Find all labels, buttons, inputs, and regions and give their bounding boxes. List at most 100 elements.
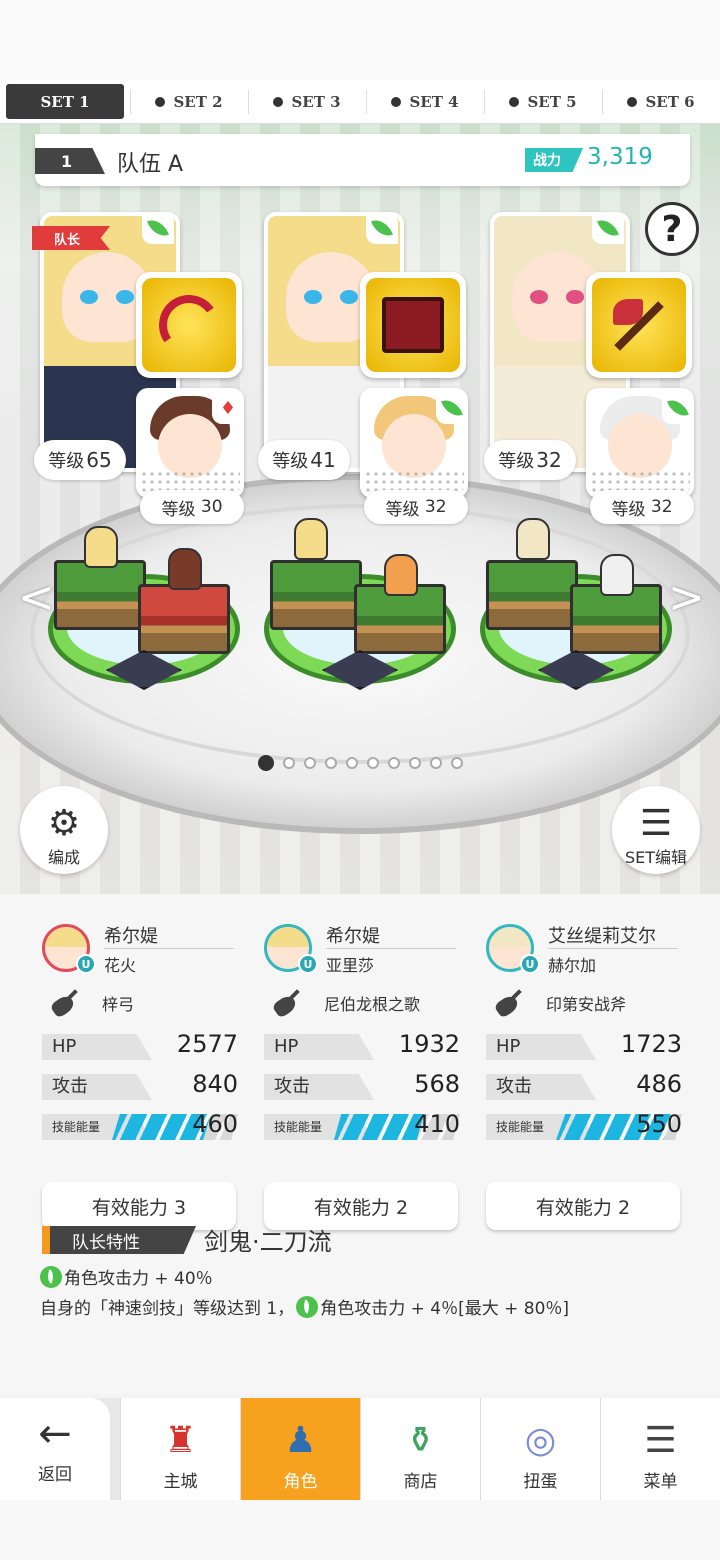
chibi-sprite <box>168 548 202 590</box>
element-badge <box>436 392 468 424</box>
member-name: 希尔媞 <box>326 926 380 947</box>
weapon-row: 印第安战斧 <box>486 978 682 1028</box>
tab-label: SET 6 <box>645 92 695 111</box>
tab-set-5[interactable]: SET 5 <box>484 80 602 123</box>
nav-label: 商店 <box>403 1472 438 1492</box>
leader-skill-line-2: 自身的「神速剑技」等级达到 1， 角色攻击力 + 4％[最大 + 80％] <box>40 1294 569 1319</box>
page-indicator <box>0 755 720 771</box>
team-stats-panel: U 希尔媞 花火 梓弓 HP 2577 攻击 840 技能能量 460 有效能力… <box>0 894 720 1394</box>
power-value: 3,319 <box>587 144 653 170</box>
leader-tag: 队长 <box>32 226 110 250</box>
portrait-eye <box>304 290 322 304</box>
member-header[interactable]: U 希尔媞 亚里莎 <box>264 918 460 978</box>
hp-row: HP 1932 <box>264 1028 460 1068</box>
member-outfit: 花火 <box>104 956 137 975</box>
red-block <box>138 584 230 654</box>
leaf-icon <box>441 395 463 421</box>
team-number: 1 <box>35 148 105 174</box>
page-dot[interactable] <box>450 757 463 769</box>
tab-set-4[interactable]: SET 4 <box>366 80 484 123</box>
back-button[interactable]: ← 返回 <box>0 1398 110 1500</box>
chevron-right-icon[interactable]: > <box>668 572 705 623</box>
leaf-icon <box>40 1265 62 1288</box>
battle-stage-1[interactable] <box>44 524 244 704</box>
element-badge <box>592 212 624 244</box>
attack-row: 攻击 486 <box>486 1068 682 1108</box>
nav-menu[interactable]: ☰ 菜单 <box>600 1398 720 1500</box>
page-dot[interactable] <box>324 757 337 769</box>
attack-row: 攻击 840 <box>42 1068 238 1108</box>
shop-icon: ⚱ <box>405 1420 436 1461</box>
weapon-row: 梓弓 <box>42 978 238 1028</box>
weapon-icon <box>274 988 304 1018</box>
set-edit-button[interactable]: ☰ SET编辑 <box>612 786 700 874</box>
team-header[interactable]: 1 队伍 A 战力 3,319 <box>35 134 690 186</box>
ability-button[interactable]: 有效能力 2 <box>486 1182 680 1230</box>
weapon-name: 尼伯龙根之歌 <box>324 995 421 1014</box>
dot-icon <box>627 96 638 107</box>
leader-skill-line-1: 角色攻击力 + 40％ <box>40 1264 213 1289</box>
chevron-left-icon[interactable]: < <box>18 572 55 623</box>
nav-gacha[interactable]: ◎ 扭蛋 <box>480 1398 600 1500</box>
page-dot[interactable] <box>257 755 274 771</box>
nav-character[interactable]: ♟ 角色 <box>240 1398 360 1500</box>
energy-row: 技能能量 550 <box>486 1108 682 1148</box>
weapon-slot[interactable] <box>360 272 466 378</box>
character-icon: ♟ <box>284 1420 317 1461</box>
battle-stage-3[interactable] <box>476 518 676 704</box>
divider <box>326 948 456 949</box>
member-header[interactable]: U 希尔媞 花火 <box>42 918 238 978</box>
level-label: 等级 <box>161 499 196 520</box>
skill-text: 角色攻击力 + 4％[最大 + 80％] <box>320 1299 570 1319</box>
member-header[interactable]: U 艾丝缇莉艾尔 赫尔加 <box>486 918 682 978</box>
page-dot[interactable] <box>345 757 358 769</box>
tab-set-3[interactable]: SET 3 <box>248 80 366 123</box>
level-value: 32 <box>536 448 562 472</box>
chibi-sprite <box>384 554 418 596</box>
menu-icon: ☰ <box>644 1420 677 1461</box>
skill-text: 角色攻击力 + 40％ <box>64 1269 213 1289</box>
battle-stage-2[interactable] <box>260 518 460 704</box>
weapon-slot[interactable] <box>586 272 692 378</box>
page-dot[interactable] <box>387 757 400 769</box>
nav-castle[interactable]: ♜ 主城 <box>120 1398 240 1500</box>
element-badge <box>662 392 694 424</box>
leader-skill-label: 队长特性 <box>42 1226 196 1254</box>
page-dot[interactable] <box>366 757 379 769</box>
page-dot[interactable] <box>408 757 421 769</box>
book-icon <box>382 297 444 353</box>
nav-label: 扭蛋 <box>523 1472 558 1492</box>
level-label: 等级 <box>272 451 309 472</box>
level-value: 41 <box>310 448 336 472</box>
character-slot-1[interactable]: 队长 ♦ 等级 65 等级 30 <box>32 212 264 524</box>
page-dot[interactable] <box>282 757 295 769</box>
weapon-name: 印第安战斧 <box>546 995 627 1014</box>
leaf-icon <box>667 395 689 421</box>
u-badge: U <box>520 954 540 974</box>
back-label: 返回 <box>38 1464 72 1485</box>
attack-label: 攻击 <box>486 1074 596 1100</box>
weapon-slot[interactable] <box>136 272 242 378</box>
level-value: 65 <box>86 448 112 472</box>
page-dot[interactable] <box>303 757 316 769</box>
nav-shop[interactable]: ⚱ 商店 <box>360 1398 480 1500</box>
energy-value: 410 <box>414 1110 460 1138</box>
leaf-icon <box>296 1295 319 1318</box>
system-nav-area <box>0 1500 720 1560</box>
level-bubble: 等级 41 <box>258 440 350 480</box>
level-label: 等级 <box>385 499 420 520</box>
character-slot-2[interactable]: 等级 41 等级 32 <box>258 212 488 524</box>
team-name: 队伍 A <box>117 152 184 177</box>
tab-set-1[interactable]: SET 1 <box>6 84 124 119</box>
character-slot-3[interactable]: 等级 32 等级 32 <box>484 212 714 524</box>
tab-set-2[interactable]: SET 2 <box>130 80 248 123</box>
nav-label: 菜单 <box>643 1472 678 1492</box>
energy-bar-fill <box>334 1114 424 1140</box>
tab-set-6[interactable]: SET 6 <box>602 80 720 123</box>
formation-button[interactable]: ⚙ 编成 <box>20 786 108 874</box>
axe-icon <box>609 295 669 355</box>
level-value: 32 <box>424 497 447 517</box>
formation-gear-icon: ⚙ <box>47 803 81 844</box>
page-dot[interactable] <box>429 757 442 769</box>
grass-block <box>54 560 146 630</box>
